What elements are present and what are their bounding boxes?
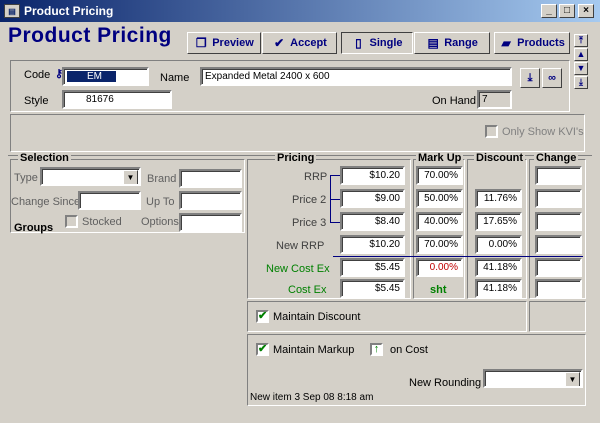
new-cost-discount[interactable]: 41.18% — [475, 258, 522, 277]
on-cost-label: on Cost — [390, 344, 428, 356]
preview-button[interactable]: ❐ Preview — [187, 32, 261, 54]
folder-icon: ▰ — [501, 36, 511, 50]
price2-change[interactable] — [535, 189, 582, 208]
discount-title: Discount — [474, 152, 526, 164]
new-cost-value[interactable]: $5.45 — [340, 258, 405, 277]
prev-record-icon[interactable]: ▲ — [574, 48, 588, 61]
stocked-checkbox[interactable] — [65, 215, 78, 228]
close-button[interactable]: × — [578, 4, 594, 18]
app-icon: ▤ — [4, 4, 20, 18]
new-cost-change[interactable] — [535, 258, 582, 277]
price3-change[interactable] — [535, 212, 582, 231]
new-cost-markup[interactable]: 0.00% — [416, 258, 463, 277]
name-input[interactable]: Expanded Metal 2400 x 600 — [200, 67, 512, 86]
price3-discount[interactable]: 17.65% — [475, 212, 522, 231]
new-rounding-label: New Rounding — [409, 377, 482, 389]
chevron-down-icon[interactable]: ▼ — [123, 170, 138, 184]
cost-discount[interactable]: 41.18% — [475, 279, 522, 298]
price2-discount[interactable]: 11.76% — [475, 189, 522, 208]
rrp-markup[interactable]: 70.00% — [416, 166, 463, 185]
maximize-button[interactable]: □ — [559, 4, 575, 18]
window-titlebar: ▤ Product Pricing _ □ × — [0, 0, 600, 22]
style-label: Style — [24, 95, 49, 107]
chevron-down-icon[interactable]: ▼ — [565, 372, 580, 386]
code-input[interactable]: EM — [62, 67, 149, 86]
onhand-label: On Hand — [432, 95, 477, 107]
cost-separator — [333, 256, 583, 257]
up-to-input[interactable] — [179, 191, 242, 210]
new-rrp-discount[interactable]: 0.00% — [475, 235, 522, 254]
options-label: Options — [141, 216, 179, 228]
minimize-button[interactable]: _ — [541, 4, 557, 18]
pricing-title: Pricing — [275, 152, 317, 164]
options-input[interactable] — [179, 213, 242, 232]
page-title: Product Pricing — [8, 24, 172, 47]
price3-label: Price 3 — [292, 217, 327, 229]
single-button[interactable]: ▯ Single — [341, 32, 413, 54]
new-rrp-label: New RRP — [276, 240, 325, 252]
cost-value[interactable]: $5.45 — [340, 279, 405, 298]
download-icon[interactable]: ⤓ — [520, 68, 540, 88]
up-to-label: Up To — [146, 196, 175, 208]
type-label: Type — [14, 172, 38, 184]
first-record-icon[interactable]: ⤒ — [574, 34, 588, 47]
type-combo[interactable]: ▼ — [40, 167, 141, 186]
code-label: Code — [24, 69, 51, 81]
change-title: Change — [534, 152, 579, 164]
selection-title: Selection — [18, 152, 71, 164]
last-record-icon[interactable]: ⤓ — [574, 76, 588, 89]
price2-label: Price 2 — [292, 194, 327, 206]
stocked-label: Stocked — [82, 216, 122, 228]
new-rrp-change[interactable] — [535, 235, 582, 254]
price3-markup[interactable]: 40.00% — [416, 212, 463, 231]
rrp-label: RRP — [304, 171, 328, 183]
status-text: New item 3 Sep 08 8:18 am — [250, 392, 374, 403]
brand-input[interactable] — [179, 169, 242, 188]
window-title: Product Pricing — [24, 4, 114, 18]
maintain-discount-label: Maintain Discount — [273, 311, 361, 323]
new-rounding-combo[interactable]: ▼ — [483, 369, 583, 388]
markup-title: Mark Up — [416, 152, 464, 164]
change-since-label: Change Since — [11, 196, 81, 208]
new-cost-label: New Cost Ex — [266, 263, 330, 275]
new-rrp-value[interactable]: $10.20 — [340, 235, 405, 254]
onhand-input: 7 — [477, 90, 512, 109]
maintain-discount-checkbox[interactable]: ✔ — [256, 310, 269, 323]
cost-change[interactable] — [535, 279, 582, 298]
maintain-markup-label: Maintain Markup — [273, 344, 355, 356]
change-since-input[interactable] — [78, 191, 141, 210]
accept-button[interactable]: ✔ Accept — [262, 32, 337, 54]
rrp-value[interactable]: $10.20 — [340, 166, 405, 185]
price2-markup[interactable]: 50.00% — [416, 189, 463, 208]
cost-label: Cost Ex — [288, 284, 327, 296]
kvi-label: Only Show KVI's — [502, 126, 584, 138]
brand-label: Brand — [147, 173, 177, 185]
checkmark-icon: ✔ — [274, 36, 285, 50]
groups-label: Groups — [14, 222, 54, 234]
next-record-icon[interactable]: ▼ — [574, 62, 588, 75]
price2-value[interactable]: $9.00 — [340, 189, 405, 208]
single-page-icon: ▯ — [355, 36, 362, 50]
kvi-checkbox[interactable] — [485, 125, 498, 138]
name-label: Name — [160, 72, 190, 84]
on-cost-arrow-icon[interactable]: ↑ — [370, 343, 383, 356]
products-button[interactable]: ▰ Products — [494, 32, 570, 54]
kvi-panel — [10, 114, 585, 152]
style-input[interactable]: 81676 — [62, 90, 172, 109]
range-button[interactable]: ▤ Range — [414, 32, 490, 54]
price3-value[interactable]: $8.40 — [340, 212, 405, 231]
rrp-change[interactable] — [535, 166, 582, 185]
search-binoculars-icon[interactable]: ∞ — [542, 68, 562, 88]
new-rrp-markup[interactable]: 70.00% — [416, 235, 463, 254]
preview-icon: ❐ — [195, 36, 207, 50]
range-pages-icon: ▤ — [427, 36, 439, 50]
maintain-markup-checkbox[interactable]: ✔ — [256, 343, 269, 356]
cost-markup-unit: sht — [430, 284, 447, 296]
